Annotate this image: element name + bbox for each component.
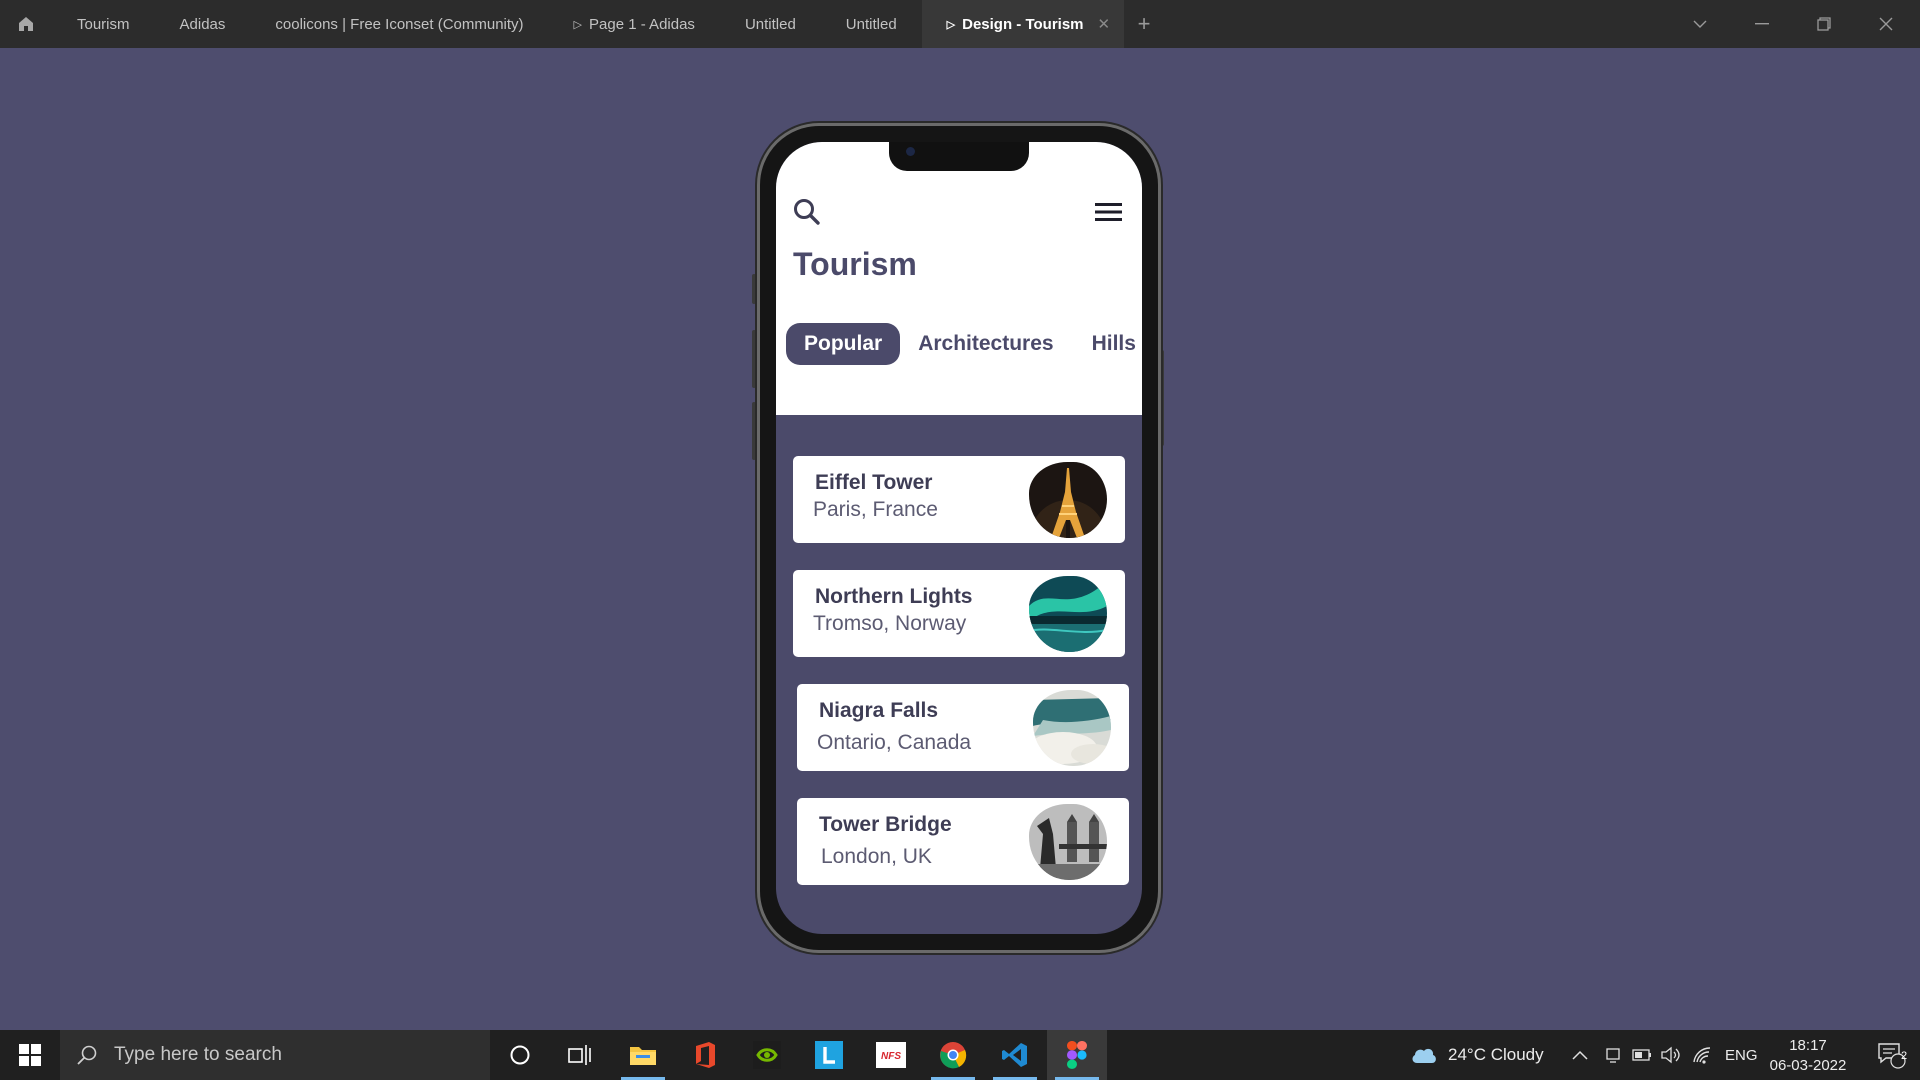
file-explorer-icon[interactable]: [613, 1030, 673, 1080]
page-title: Tourism: [793, 246, 917, 282]
l-app-icon[interactable]: [799, 1030, 859, 1080]
place-name: Eiffel Tower: [815, 471, 933, 494]
taskbar-search-placeholder: Type here to search: [114, 1044, 282, 1065]
windows-start-icon[interactable]: [0, 1030, 60, 1080]
tab-design-tourism[interactable]: ▷ Design - Tourism ✕: [921, 0, 1125, 48]
tab-architectures[interactable]: Architectures: [900, 323, 1071, 365]
language-indicator[interactable]: ENG: [1725, 1030, 1758, 1080]
tab-popular[interactable]: Popular: [786, 323, 901, 365]
meet-now-icon[interactable]: [1604, 1030, 1622, 1080]
tab-tourism[interactable]: Tourism: [52, 0, 155, 48]
place-location: Paris, France: [813, 498, 938, 521]
weather-text: 24°C Cloudy: [1448, 1045, 1544, 1064]
eiffel-tower-image: [1029, 462, 1107, 538]
hamburger-menu-icon[interactable]: [1094, 200, 1124, 224]
tab-label: Untitled: [845, 15, 897, 33]
place-card-northern-lights[interactable]: Northern Lights Tromso, Norway: [793, 570, 1125, 657]
chevron-down-icon[interactable]: [1669, 0, 1731, 48]
system-clock[interactable]: 18:17 06-03-2022: [1760, 1036, 1856, 1076]
tab-label: Untitled: [744, 15, 796, 33]
place-card-eiffel-tower[interactable]: Eiffel Tower Paris, France: [793, 456, 1125, 543]
figma-icon[interactable]: [1047, 1030, 1107, 1080]
app-header: Tourism Popular Architectures Hills: [776, 142, 1142, 415]
phone-mute-switch: [752, 274, 756, 304]
tab-label: Design - Tourism: [962, 15, 1084, 33]
tab-label: Tourism: [77, 15, 130, 33]
niagra-falls-image: [1033, 690, 1111, 766]
office-icon[interactable]: [675, 1030, 735, 1080]
minimize-icon[interactable]: [1731, 0, 1793, 48]
task-view-icon[interactable]: [550, 1030, 610, 1080]
northern-lights-image: [1029, 576, 1107, 652]
phone-volume-down: [752, 402, 756, 460]
clock-time: 18:17: [1789, 1037, 1827, 1054]
play-icon: ▷: [573, 18, 583, 31]
chevron-up-icon[interactable]: [1572, 1030, 1588, 1080]
plus-icon[interactable]: +: [1124, 11, 1164, 37]
play-icon: ▷: [946, 18, 956, 31]
phone-volume-up: [752, 330, 756, 388]
tab-label: Page 1 - Adidas: [589, 15, 695, 33]
phone-notch: [889, 142, 1029, 171]
taskbar-search-box[interactable]: Type here to search: [60, 1030, 490, 1080]
tab-coolicons[interactable]: coolicons | Free Iconset (Community): [250, 0, 548, 48]
tab-close-icon[interactable]: ✕: [1098, 15, 1111, 33]
weather-widget[interactable]: 24°C Cloudy: [1410, 1030, 1544, 1080]
clock-date: 06-03-2022: [1769, 1057, 1847, 1074]
cloud-icon: [1412, 1048, 1436, 1063]
search-icon[interactable]: [792, 197, 822, 227]
tab-hills[interactable]: Hills: [1072, 323, 1142, 365]
windows-taskbar: Type here to search NFS 24°C Cloudy ENG …: [0, 1030, 1920, 1080]
tab-page1-adidas[interactable]: ▷ Page 1 - Adidas: [549, 0, 720, 48]
tab-label: Adidas: [179, 15, 226, 33]
close-icon[interactable]: [1855, 0, 1917, 48]
phone-screen: Tourism Popular Architectures Hills Eiff…: [776, 142, 1142, 934]
search-icon: [77, 1045, 97, 1065]
place-location: Ontario, Canada: [817, 731, 972, 754]
figma-title-bar: Tourism Adidas coolicons | Free Iconset …: [0, 0, 1920, 48]
wifi-icon[interactable]: [1692, 1030, 1712, 1080]
tower-bridge-image: [1029, 804, 1107, 880]
restore-icon[interactable]: [1793, 0, 1855, 48]
volume-icon[interactable]: [1660, 1030, 1680, 1080]
place-card-niagra-falls[interactable]: Niagra Falls Ontario, Canada: [797, 684, 1129, 771]
home-icon[interactable]: [0, 0, 52, 48]
notification-count: 2: [1901, 1050, 1908, 1062]
category-tabs: Popular Architectures Hills: [786, 323, 1142, 365]
chrome-icon[interactable]: [923, 1030, 983, 1080]
place-name: Niagra Falls: [819, 699, 939, 722]
place-location: Tromso, Norway: [813, 612, 967, 635]
tab-adidas[interactable]: Adidas: [155, 0, 251, 48]
tab-label: coolicons | Free Iconset (Community): [275, 15, 524, 33]
place-card-tower-bridge[interactable]: Tower Bridge London, UK: [797, 798, 1129, 885]
vscode-icon[interactable]: [985, 1030, 1045, 1080]
nfs-icon[interactable]: NFS: [861, 1030, 921, 1080]
svg-text:NFS: NFS: [881, 1051, 901, 1062]
place-location: London, UK: [821, 845, 932, 868]
place-name: Tower Bridge: [819, 813, 952, 836]
cortana-icon[interactable]: [490, 1030, 550, 1080]
notification-center-icon[interactable]: 2: [1862, 1030, 1920, 1080]
camera-icon: [906, 147, 915, 156]
nvidia-icon[interactable]: [737, 1030, 797, 1080]
place-name: Northern Lights: [815, 585, 973, 608]
phone-frame: Tourism Popular Architectures Hills Eiff…: [757, 123, 1161, 953]
tab-untitled-1[interactable]: Untitled: [720, 0, 821, 48]
tab-untitled-2[interactable]: Untitled: [821, 0, 922, 48]
battery-icon[interactable]: [1632, 1030, 1652, 1080]
